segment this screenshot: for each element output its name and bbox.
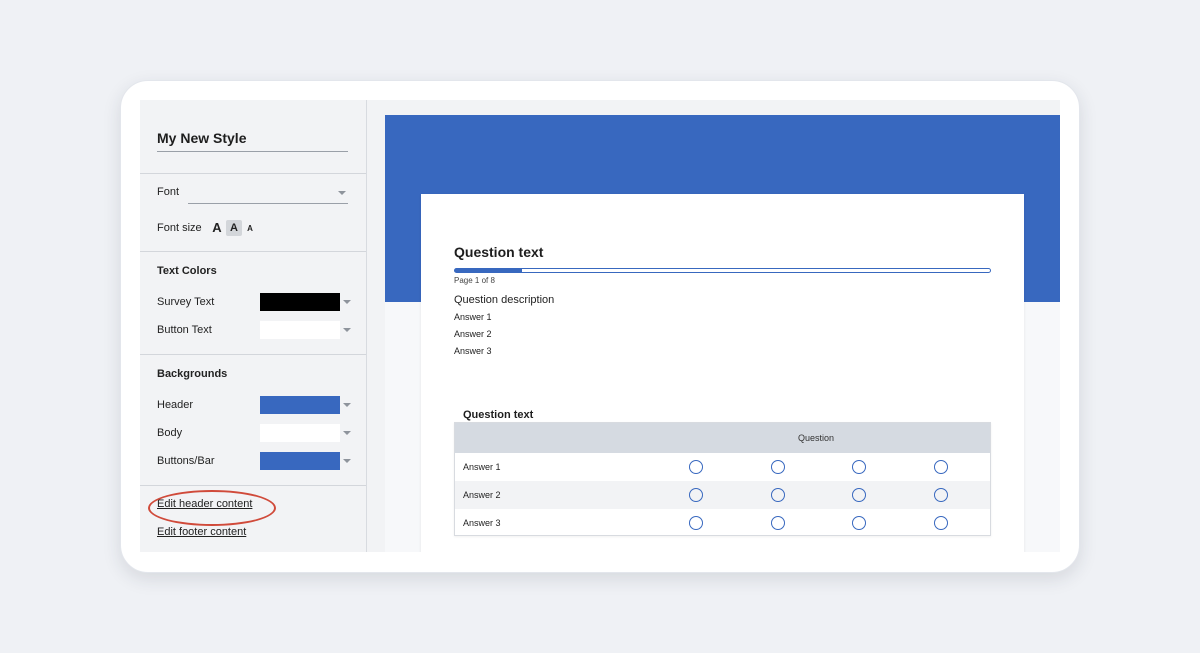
survey-preview-pane: Question text Page 1 of 8 Question descr… [367,100,1060,552]
radio-button[interactable] [934,460,948,474]
backgrounds-section: Backgrounds Header Body Buttons/Bar [140,355,366,486]
chevron-down-icon[interactable] [343,300,351,304]
radio-button[interactable] [689,488,703,502]
progress-bar-fill [455,269,522,272]
radio-button[interactable] [934,488,948,502]
radio-button[interactable] [852,488,866,502]
matrix-question-title: Question text [463,409,534,421]
font-size-large-button[interactable]: A [210,220,224,236]
answer-option[interactable]: Answer 1 [454,312,492,322]
radio-button[interactable] [771,460,785,474]
style-sidebar: My New Style Font Font size A A A Text C… [140,100,367,552]
radio-button[interactable] [934,516,948,530]
table-row: Answer 3 [455,509,990,537]
matrix-row-label: Answer 3 [463,518,501,528]
body-bg-color-swatch[interactable] [260,424,340,442]
survey-text-label: Survey Text [157,296,215,308]
header-bg-label: Header [157,399,194,411]
backgrounds-heading: Backgrounds [157,368,228,380]
table-row: Answer 1 [455,453,990,481]
chevron-down-icon[interactable] [343,403,351,407]
chevron-down-icon [338,191,346,195]
table-row: Answer 2 [455,481,990,509]
chevron-down-icon[interactable] [343,431,351,435]
question-description: Question description [454,294,555,306]
question-title: Question text [454,244,544,260]
style-editor-screen: My New Style Font Font size A A A Text C… [140,100,1060,552]
buttons-bar-bg-label: Buttons/Bar [157,455,215,467]
matrix-question-table: Question Answer 1 Answer 2 Answer 3 [454,422,991,536]
radio-button[interactable] [852,516,866,530]
progress-bar [454,268,991,273]
font-size-medium-button[interactable]: A [226,220,242,236]
font-size-small-button[interactable]: A [244,222,256,236]
matrix-column-header: Question [798,433,835,443]
radio-button[interactable] [771,488,785,502]
font-select[interactable] [188,180,348,204]
survey-body-card: Question text Page 1 of 8 Question descr… [421,194,1024,552]
highlight-circle [148,490,276,526]
answer-option[interactable]: Answer 3 [454,346,492,356]
radio-button[interactable] [852,460,866,474]
preview-canvas: Question text Page 1 of 8 Question descr… [385,115,1060,552]
text-colors-section: Text Colors Survey Text Button Text [140,252,366,355]
font-size-label: Font size [157,222,202,234]
chevron-down-icon[interactable] [343,459,351,463]
button-text-color-swatch[interactable] [260,321,340,339]
header-bg-color-swatch[interactable] [260,396,340,414]
style-name-underline [157,151,348,152]
page-indicator: Page 1 of 8 [454,276,495,285]
style-name-section: My New Style [140,100,366,174]
body-bg-label: Body [157,427,183,439]
matrix-row-label: Answer 1 [463,462,501,472]
button-text-label: Button Text [157,324,212,336]
matrix-header-row: Question [455,423,990,453]
matrix-row-label: Answer 2 [463,490,501,500]
radio-button[interactable] [689,516,703,530]
answer-option[interactable]: Answer 2 [454,329,492,339]
radio-button[interactable] [771,516,785,530]
font-label: Font [157,186,180,198]
radio-button[interactable] [689,460,703,474]
survey-text-color-swatch[interactable] [260,293,340,311]
style-name-input[interactable]: My New Style [157,130,246,146]
font-section: Font Font size A A A [140,174,366,252]
buttons-bar-bg-color-swatch[interactable] [260,452,340,470]
chevron-down-icon[interactable] [343,328,351,332]
text-colors-heading: Text Colors [157,265,217,277]
edit-footer-content-link[interactable]: Edit footer content [157,526,246,538]
font-select-underline [188,203,348,204]
